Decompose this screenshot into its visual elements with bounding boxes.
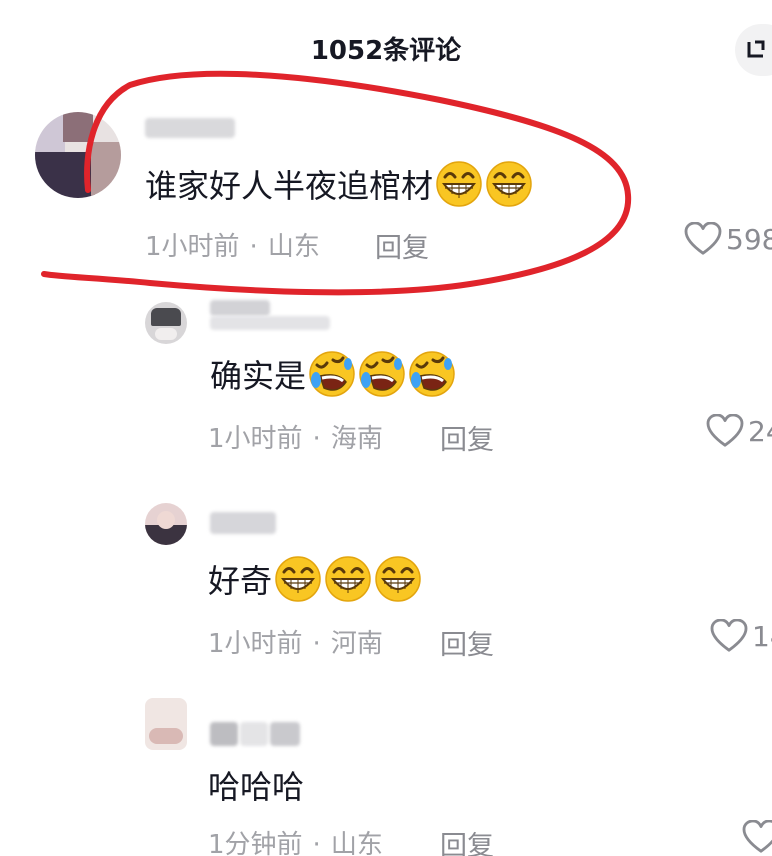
comment-text: 哈哈哈 <box>208 768 305 806</box>
heart-icon <box>706 414 744 448</box>
like-button[interactable]: 24 <box>706 414 772 448</box>
comment-location: 河南 <box>330 629 383 659</box>
heart-icon <box>684 222 722 256</box>
red-annotation-circle <box>41 70 632 296</box>
comment-time: 1小时前 <box>145 232 240 262</box>
username-redacted <box>240 722 268 746</box>
heart-icon <box>742 820 772 854</box>
username-redacted[interactable] <box>210 722 238 746</box>
like-count: 24 <box>748 414 772 448</box>
grinning-face-icon <box>485 160 533 208</box>
comment-time: 1小时前 <box>208 424 303 454</box>
reply-button[interactable]: 回复 <box>440 824 494 856</box>
collapse-icon <box>747 40 765 58</box>
like-button[interactable] <box>742 820 772 854</box>
comment-meta: 1小时前 · 海南 <box>208 424 383 454</box>
comment-text: 好奇 <box>208 555 422 603</box>
like-count: 598 <box>726 222 772 256</box>
comment-text: 确实是 <box>210 350 456 398</box>
grinning-face-icon <box>324 555 372 603</box>
rolling-laughing-face-icon <box>358 350 406 398</box>
comment-location: 山东 <box>267 232 320 262</box>
rolling-laughing-face-icon <box>408 350 456 398</box>
like-count: 14 <box>752 619 772 653</box>
comment-meta: 1分钟前 · 山东 <box>208 824 383 856</box>
comment-count-title: 1052条评论 <box>310 36 462 66</box>
like-button[interactable]: 14 <box>710 619 772 653</box>
grinning-face-icon <box>435 160 483 208</box>
reply-button[interactable]: 回复 <box>440 418 494 457</box>
minimize-button[interactable] <box>735 24 772 76</box>
reply-button[interactable]: 回复 <box>375 226 429 265</box>
comment-location: 山东 <box>330 830 383 856</box>
like-button[interactable]: 598 <box>684 222 772 256</box>
comment-meta: 1小时前 · 山东 <box>145 232 320 262</box>
comment-text: 谁家好人半夜追棺材 <box>145 160 533 208</box>
comment-time: 1小时前 <box>208 629 303 659</box>
username-redacted[interactable] <box>210 512 276 534</box>
avatar[interactable] <box>145 302 187 344</box>
reply-button[interactable]: 回复 <box>440 623 494 662</box>
comment-meta: 1小时前 · 河南 <box>208 629 383 659</box>
username-redacted[interactable] <box>210 300 270 316</box>
grinning-face-icon <box>374 555 422 603</box>
username-redacted <box>270 722 300 746</box>
comment-location: 海南 <box>330 424 383 454</box>
grinning-face-icon <box>274 555 322 603</box>
username-redacted <box>210 316 330 330</box>
avatar[interactable] <box>145 698 187 750</box>
comments-panel: 1052条评论 谁家好人半夜追棺材 1小时前 · 山东 回复 598 确实是 1… <box>0 0 772 856</box>
comment-time: 1分钟前 <box>208 830 303 856</box>
avatar[interactable] <box>145 503 187 545</box>
avatar[interactable] <box>35 112 121 198</box>
heart-icon <box>710 619 748 653</box>
username-redacted[interactable] <box>145 118 235 138</box>
rolling-laughing-face-icon <box>308 350 356 398</box>
